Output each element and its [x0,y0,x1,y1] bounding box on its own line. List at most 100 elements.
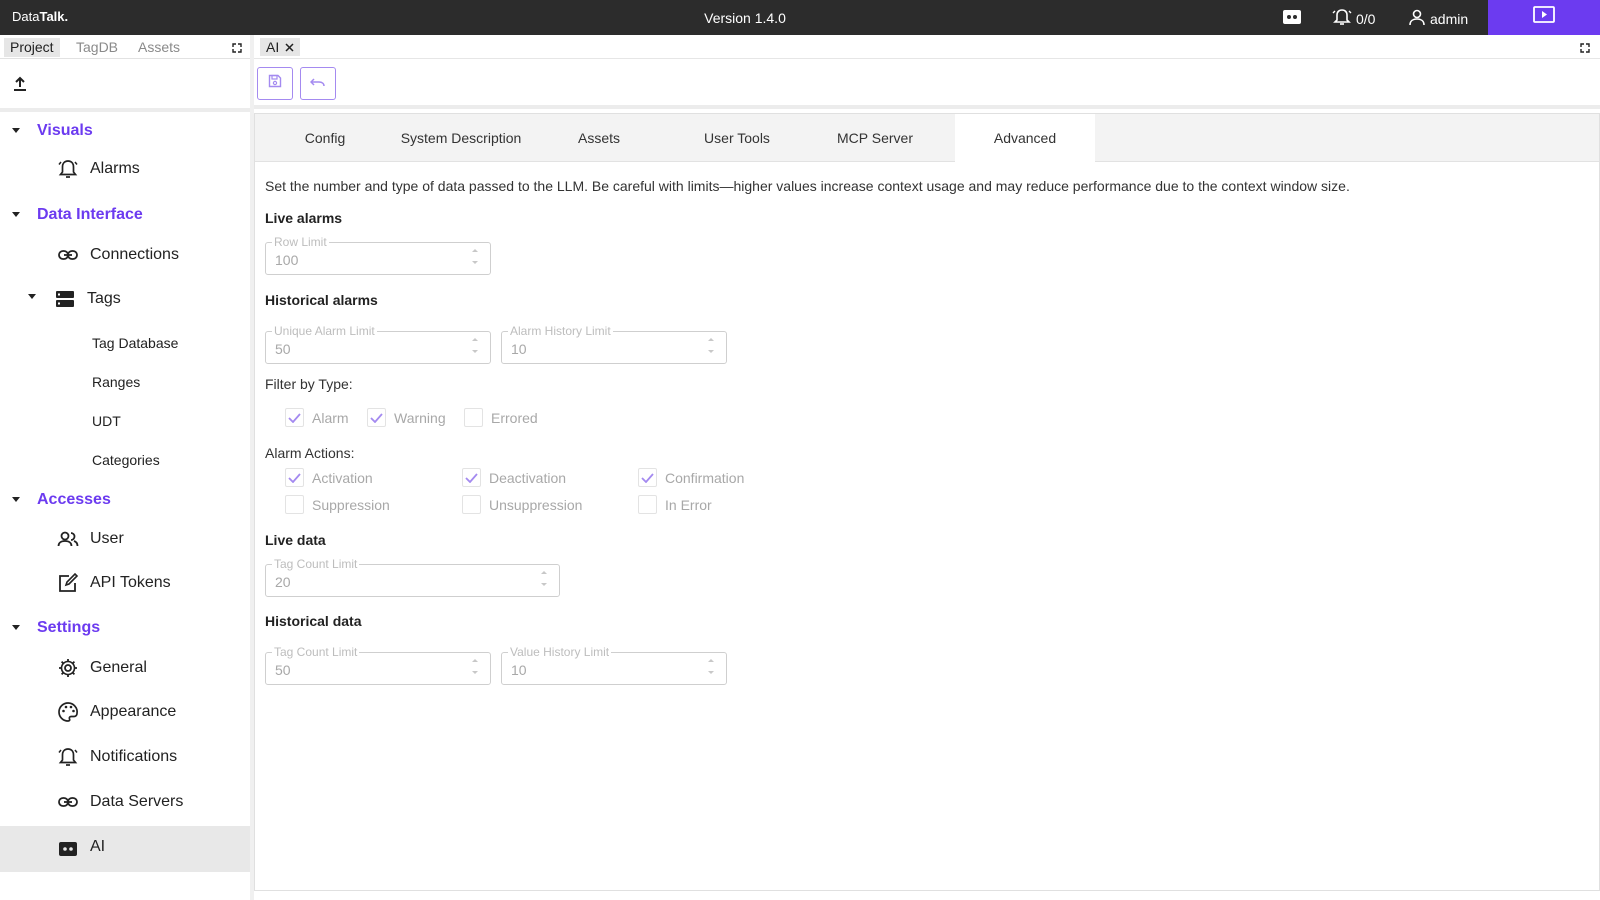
link-icon [57,791,79,813]
section-label: Visuals [37,122,93,139]
value-history-limit-field[interactable]: Value History Limit 10 [501,645,727,685]
tree-item-user[interactable]: User [0,526,250,552]
caret-icon [28,294,36,299]
checkbox-box [462,495,481,514]
unsuppression-checkbox[interactable]: Unsuppression [462,495,582,514]
tree-item-general[interactable]: General [0,655,250,681]
top-bar: DataTalk. Version 1.4.0 0/0 admin [0,0,1600,35]
caret-icon [12,128,20,133]
user-menu[interactable]: admin [1408,8,1468,29]
checkbox-box [285,495,304,514]
historical-tag-count-limit-field[interactable]: Tag Count Limit 50 [265,645,491,685]
tab-assets[interactable]: Assets [132,38,186,57]
editor-tab-ai[interactable]: AI [260,38,301,56]
checkbox-label: Confirmation [665,469,745,486]
alarm-checkbox[interactable]: Alarm [285,408,349,427]
tree-section-accesses[interactable]: Accesses [0,489,250,511]
stepper-icon[interactable] [541,571,549,591]
row-limit-field[interactable]: Row Limit 100 [265,235,491,275]
tab-system-description[interactable]: System Description [391,114,531,162]
ai-settings-panel: Config System Description Assets User To… [254,113,1600,891]
item-label: Notifications [90,748,178,765]
tab-advanced[interactable]: Advanced [955,114,1095,162]
tab-tagdb[interactable]: TagDB [70,38,124,57]
editor-tab-label: AI [266,39,280,55]
close-icon[interactable] [285,39,294,55]
field-label: Tag Count Limit [272,645,360,659]
tree-item-appearance[interactable]: Appearance [0,699,250,725]
tab-assets[interactable]: Assets [529,114,669,162]
expand-icon[interactable] [232,40,242,58]
item-label: Tag Database [92,335,179,351]
tree-section-data-interface[interactable]: Data Interface [0,204,250,226]
tree-section-settings[interactable]: Settings [0,617,250,639]
checkbox-box [638,495,657,514]
alarm-actions-label: Alarm Actions: [265,445,355,461]
section-label: Settings [37,619,101,636]
link-icon [57,244,79,266]
user-icon [1408,8,1426,29]
tab-user-tools[interactable]: User Tools [667,114,807,162]
tree-item-api-tokens[interactable]: API Tokens [0,570,250,596]
tree-item-connections[interactable]: Connections [0,242,250,268]
save-button[interactable] [257,67,293,100]
unique-alarm-limit-field[interactable]: Unique Alarm Limit 50 [265,324,491,364]
alarm-counter[interactable]: 0/0 [1332,8,1375,29]
upload-icon[interactable] [12,76,28,97]
confirmation-checkbox[interactable]: Confirmation [638,468,744,487]
live-data-heading: Live data [265,532,326,548]
play-icon [1532,5,1556,30]
tree-item-alarms[interactable]: Alarms [0,156,250,182]
stepper-icon[interactable] [708,338,716,358]
chat-icon[interactable] [1282,9,1302,30]
undo-icon [309,75,326,93]
check-icon [462,468,481,487]
alarm-history-limit-field[interactable]: Alarm History Limit 10 [501,324,727,364]
item-label: Categories [92,452,160,468]
user-name: admin [1430,10,1469,27]
checkbox-label: Suppression [312,496,390,513]
field-label: Row Limit [272,235,329,249]
field-value: 20 [275,574,291,590]
item-label: UDT [92,413,121,429]
check-icon [638,468,657,487]
tree-item-ranges[interactable]: Ranges [0,371,250,393]
field-value: 10 [511,662,527,678]
in-error-checkbox[interactable]: In Error [638,495,712,514]
suppression-checkbox[interactable]: Suppression [285,495,390,514]
stepper-icon[interactable] [472,338,480,358]
tree-item-notifications[interactable]: Notifications [0,744,250,770]
live-tag-count-limit-field[interactable]: Tag Count Limit 20 [265,557,560,597]
tree-section-visuals[interactable]: Visuals [0,120,250,142]
checkbox-box [464,408,483,427]
tree-item-tags[interactable]: Tags [0,286,250,312]
deactivation-checkbox[interactable]: Deactivation [462,468,566,487]
expand-icon[interactable] [1580,40,1590,58]
field-label: Unique Alarm Limit [272,324,377,338]
save-icon [268,74,282,93]
tree-item-ai[interactable]: AI [0,826,250,872]
warning-checkbox[interactable]: Warning [367,408,446,427]
item-label: Data Servers [90,793,184,810]
tab-mcp-server[interactable]: MCP Server [805,114,945,162]
tree-item-tag-database[interactable]: Tag Database [0,332,250,354]
editor-tabs: AI [254,35,1600,59]
stepper-icon[interactable] [472,249,480,269]
tree-item-udt[interactable]: UDT [0,410,250,432]
tab-config[interactable]: Config [255,114,395,162]
bell-icon [57,746,79,768]
item-label: Alarms [90,160,140,177]
tree-item-categories[interactable]: Categories [0,449,250,471]
run-button[interactable] [1488,0,1600,35]
errored-checkbox[interactable]: Errored [464,408,538,427]
left-panel-tabs: Project TagDB Assets [0,35,250,59]
stepper-icon[interactable] [708,659,716,679]
undo-button[interactable] [300,67,336,100]
caret-icon [12,212,20,217]
tab-project[interactable]: Project [4,38,60,57]
stepper-icon[interactable] [472,659,480,679]
live-alarms-heading: Live alarms [265,210,343,226]
bell-icon [57,158,79,180]
activation-checkbox[interactable]: Activation [285,468,373,487]
tree-item-data-servers[interactable]: Data Servers [0,789,250,815]
